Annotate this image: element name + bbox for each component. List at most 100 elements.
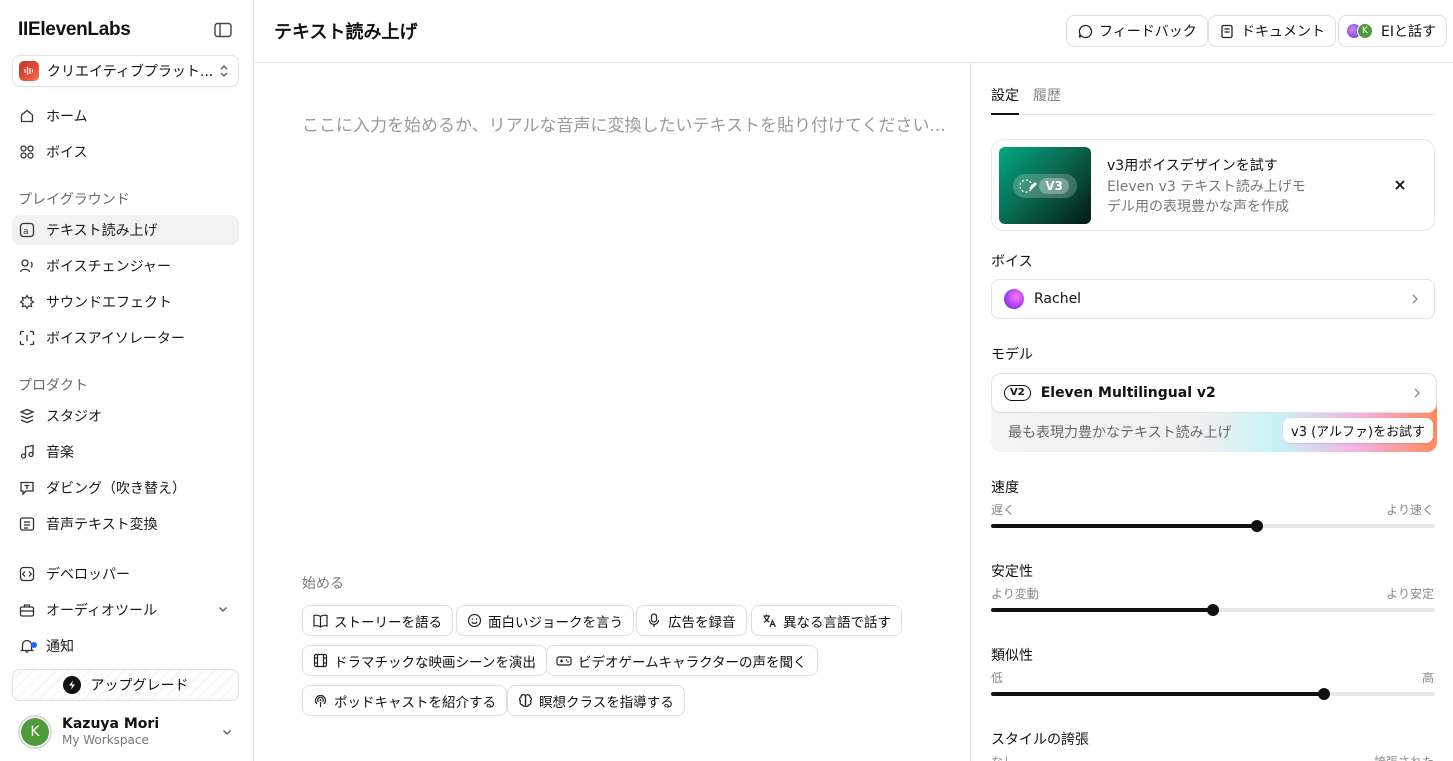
promo-image: V3 <box>999 147 1091 224</box>
sidebar-item-label: 通知 <box>46 639 74 655</box>
chat-bubble-icon <box>1077 23 1093 39</box>
film-icon <box>312 653 328 669</box>
tab-settings[interactable]: 設定 <box>991 85 1019 115</box>
sidebar-item-label: オーディオツール <box>46 603 158 619</box>
section-products: プロダクト <box>18 378 88 394</box>
sidebar-item-label: 音声テキスト変換 <box>46 517 158 533</box>
dubbing-icon <box>18 479 36 497</box>
bell-icon <box>18 637 37 655</box>
speed-title: 速度 <box>991 480 1019 496</box>
sidebar-item-label: ホーム <box>46 109 88 125</box>
chip-tell-story[interactable]: ストーリーを語る <box>302 605 453 636</box>
sidebar-item-sound-effects[interactable]: サウンドエフェクト <box>12 287 239 317</box>
stability-title: 安定性 <box>991 564 1033 580</box>
translate-icon <box>761 613 777 629</box>
user-menu[interactable]: K Kazuya Mori My Workspace <box>18 714 243 750</box>
chip-podcast-intro[interactable]: ポッドキャストを紹介する <box>302 685 507 716</box>
slider-thumb[interactable] <box>1251 520 1264 532</box>
chip-funny-joke[interactable]: 面白いジョークを言う <box>456 605 634 636</box>
settings-panel: 設定 履歴 V3 v3用ボイスデザインを試す Eleven v3 テキスト読み上… <box>970 63 1453 761</box>
user-name: Kazuya Mori <box>62 716 160 732</box>
workspace-select[interactable]: クリエイティブプラット... <box>12 55 239 87</box>
model-version-tag: V2 <box>1004 385 1031 401</box>
sidebar-item-text-to-speech[interactable]: a テキスト読み上げ <box>12 215 239 245</box>
sidebar-item-label: デベロッパー <box>46 567 130 583</box>
sidebar-item-music[interactable]: 音楽 <box>12 437 239 467</box>
voices-grid-icon <box>18 143 36 161</box>
sidebar-item-label: ボイス <box>46 145 88 161</box>
speed-slider[interactable] <box>991 520 1435 532</box>
style-high-label: 誇張された <box>1374 753 1434 761</box>
sidebar-item-label: スタジオ <box>46 409 102 425</box>
sidebar-item-label: テキスト読み上げ <box>46 223 158 239</box>
smile-icon <box>466 613 482 629</box>
elevenlabs-logo[interactable]: IIElevenLabs <box>18 19 131 41</box>
chevron-down-icon <box>221 726 233 738</box>
feedback-button[interactable]: フィードバック <box>1066 15 1208 47</box>
stability-high-label: より安定 <box>1386 587 1434 601</box>
chip-other-language[interactable]: 異なる言語で話す <box>751 605 902 636</box>
chip-game-character[interactable]: ビデオゲームキャラクターの声を聞く <box>546 645 818 676</box>
try-v3-button[interactable]: v3 (アルファ)をお試す <box>1283 418 1434 443</box>
sidebar: IIElevenLabs クリエイティブプラット... ホーム ボイス プレイグ… <box>0 0 254 761</box>
similarity-high-label: 高 <box>1421 671 1434 685</box>
text-input-placeholder[interactable]: ここに入力を始めるか、リアルな音声に変換したいテキストを貼り付けてください... <box>302 111 946 136</box>
chip-dramatic-scene[interactable]: ドラマチックな映画シーンを演出 <box>302 645 547 676</box>
sidebar-item-developers[interactable]: デベロッパー <box>12 559 239 589</box>
slider-thumb[interactable] <box>1207 604 1219 616</box>
stability-slider[interactable] <box>991 604 1435 616</box>
slider-thumb[interactable] <box>1318 688 1330 700</box>
gamepad-icon <box>556 653 572 669</box>
sidebar-item-voices[interactable]: ボイス <box>12 137 239 167</box>
close-icon[interactable] <box>1393 178 1407 192</box>
bolt-icon <box>62 676 81 694</box>
model-card: V2 Eleven Multilingual v2 最も表現力豊かなテキスト読み… <box>991 373 1437 452</box>
similarity-slider[interactable] <box>991 688 1435 700</box>
book-icon <box>312 613 328 629</box>
voice-select[interactable]: Rachel <box>991 279 1435 319</box>
chevron-down-icon <box>217 603 229 615</box>
model-label: モデル <box>991 347 1033 363</box>
sidebar-item-label: サウンドエフェクト <box>46 295 172 311</box>
music-note-icon <box>18 443 36 461</box>
panel-tabs: 設定 履歴 <box>991 85 1435 115</box>
code-icon <box>18 565 36 583</box>
sidebar-item-audio-tools[interactable]: オーディオツール <box>12 595 239 625</box>
talk-to-el-button[interactable]: K EIと話す <box>1338 15 1447 47</box>
sidebar-toggle-icon[interactable] <box>214 22 232 38</box>
sidebar-item-speech-to-text[interactable]: 音声テキスト変換 <box>12 509 239 539</box>
tts-icon: a <box>18 221 36 239</box>
sidebar-item-voice-changer[interactable]: ボイスチェンジャー <box>12 251 239 281</box>
sidebar-item-voice-isolator[interactable]: ボイスアイソレーター <box>12 323 239 353</box>
model-select[interactable]: V2 Eleven Multilingual v2 <box>991 373 1437 413</box>
sidebar-item-label: 音楽 <box>46 445 74 461</box>
style-exaggeration-title: スタイルの誇張 <box>991 732 1089 748</box>
document-icon <box>1219 23 1235 39</box>
chip-record-ad[interactable]: 広告を録音 <box>636 605 747 636</box>
voice-design-promo[interactable]: V3 v3用ボイスデザインを試す Eleven v3 テキスト読み上げモデル用の… <box>991 139 1435 231</box>
voice-name: Rachel <box>1034 291 1082 307</box>
page-header: テキスト読み上げ フィードバック ドキュメント K EIと話す <box>254 0 1453 63</box>
chip-meditation-class[interactable]: 瞑想クラスを指導する <box>507 685 685 716</box>
sidebar-item-studio[interactable]: スタジオ <box>12 401 239 431</box>
home-icon <box>18 107 36 125</box>
sidebar-item-notifications[interactable]: 通知 <box>12 631 239 661</box>
start-label: 始める <box>302 576 344 592</box>
section-playground: プレイグラウンド <box>18 192 130 208</box>
sidebar-item-dubbing[interactable]: ダビング（吹き替え） <box>12 473 239 503</box>
chevron-updown-icon <box>218 64 230 78</box>
svg-text:a: a <box>23 227 29 237</box>
upgrade-label: アップグレード <box>90 678 189 694</box>
text-editor-area[interactable]: ここに入力を始めるか、リアルな音声に変換したいテキストを貼り付けてください...… <box>254 63 970 761</box>
avatar: K <box>18 715 52 749</box>
sidebar-item-home[interactable]: ホーム <box>12 101 239 131</box>
brain-icon <box>517 693 533 709</box>
style-low-label: なし <box>991 753 1015 761</box>
tab-history[interactable]: 履歴 <box>1033 85 1061 115</box>
user-workspace: My Workspace <box>62 733 149 747</box>
avatar: K <box>1357 23 1373 39</box>
upgrade-button[interactable]: アップグレード <box>12 669 239 701</box>
chevron-right-icon <box>1410 293 1420 305</box>
chevron-right-icon <box>1412 387 1422 399</box>
docs-button[interactable]: ドキュメント <box>1208 15 1336 47</box>
